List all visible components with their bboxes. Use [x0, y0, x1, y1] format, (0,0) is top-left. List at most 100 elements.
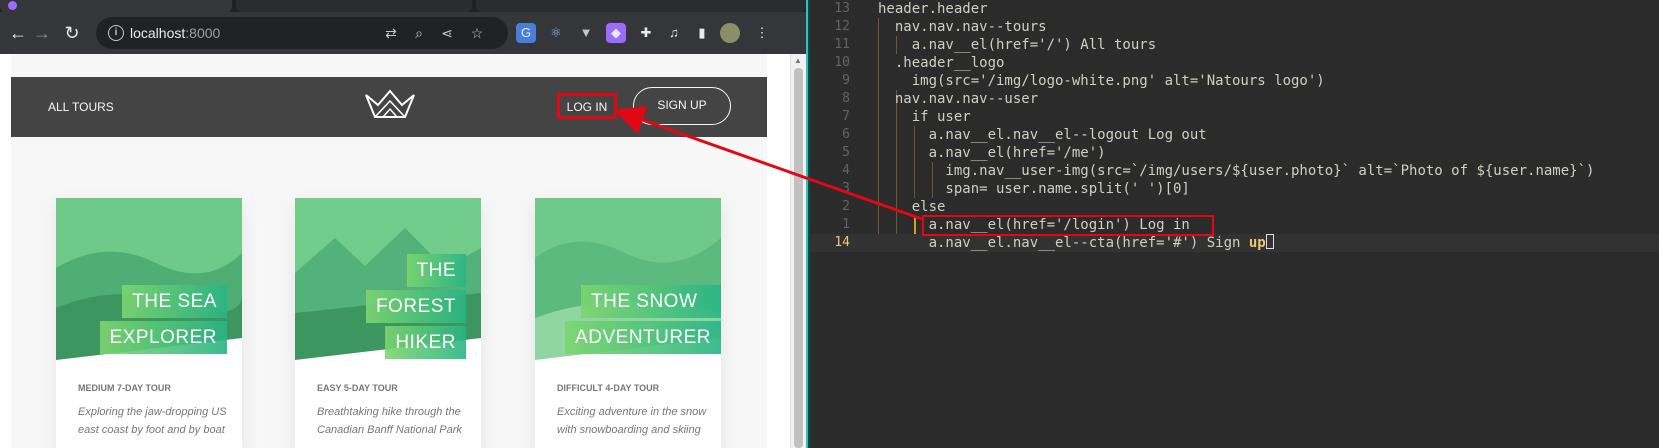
code-text: a.nav__el(href='/') All tours	[878, 37, 1157, 53]
tour-card[interactable]: THE FOREST HIKER EASY 5-DAY TOUR Breatht…	[295, 198, 481, 448]
code-line[interactable]: 10 .header__logo	[810, 54, 1659, 72]
code-text: if user	[878, 109, 971, 125]
line-number: 12	[834, 19, 850, 34]
tour-card-title: THE SEA EXPLORER	[99, 282, 227, 354]
url-port: :8000	[185, 25, 221, 41]
code-line[interactable]: 11 a.nav__el(href='/') All tours	[810, 36, 1659, 54]
line-number: 1	[842, 217, 850, 232]
text-cursor	[1265, 234, 1274, 249]
side-panel-icon[interactable]: ▮	[692, 23, 712, 43]
code-text: nav.nav.nav--user	[878, 91, 1039, 107]
media-queue-icon[interactable]: ♫	[664, 23, 684, 43]
forward-arrow-icon[interactable]: →	[30, 21, 54, 45]
tour-card-subheading: DIFFICULT 4-DAY TOUR	[557, 383, 660, 393]
line-number: 2	[842, 199, 850, 214]
url-host: localhost	[130, 25, 186, 41]
bookmark-star-icon[interactable]: ☆	[468, 24, 486, 42]
tour-card[interactable]: THE SEA EXPLORER MEDIUM 7-DAY TOUR Explo…	[56, 198, 242, 448]
code-text-main: a.nav__el.nav__el--cta(href='#') Sign	[878, 235, 1249, 251]
shield-extension-icon[interactable]: ◆	[606, 23, 626, 43]
site-info-icon[interactable]: i	[108, 25, 124, 41]
code-line[interactable]: 6 a.nav__el.nav__el--logout Log out	[810, 126, 1659, 144]
tab-favicon-icon	[8, 1, 17, 10]
code-line[interactable]: 4 img.nav__user-img(src=`/img/users/${us…	[810, 162, 1659, 180]
browser-tab[interactable]	[476, 0, 806, 12]
tour-card-subheading: EASY 5-DAY TOUR	[317, 383, 398, 393]
tour-card[interactable]: THE SNOW ADVENTURER DIFFICULT 4-DAY TOUR…	[535, 198, 721, 448]
share-icon[interactable]: ⋖	[438, 24, 456, 42]
natours-logo-icon	[365, 89, 415, 118]
page-scrollbar[interactable]: ▲	[790, 54, 806, 448]
code-line[interactable]: 2 else	[810, 198, 1659, 216]
code-line[interactable]: 3 span= user.name.split(' ')[0]	[810, 180, 1659, 198]
tour-card-title-line: THE SEA	[122, 285, 227, 318]
code-line-current[interactable]: 14 a.nav__el.nav__el--cta(href='#') Sign…	[810, 234, 1659, 252]
page-viewport: ALL TOURS LOG IN SIGN UP THE SEA EXPLORE…	[0, 54, 806, 448]
code-line[interactable]: 13 header.header	[810, 0, 1659, 18]
natours-page: ALL TOURS LOG IN SIGN UP THE SEA EXPLORE…	[11, 54, 767, 448]
line-number: 11	[834, 37, 850, 52]
line-number: 14	[834, 235, 850, 250]
line-number: 10	[834, 55, 850, 70]
tour-card-title-line: ADVENTURER	[565, 321, 721, 354]
translate-icon[interactable]: ⇄	[382, 24, 400, 42]
puzzle-extensions-icon[interactable]: ✚	[636, 23, 656, 43]
react-devtools-icon[interactable]: ⚛	[546, 23, 566, 43]
browser-tab[interactable]	[236, 0, 472, 12]
code-text: a.nav__el(href='/me')	[878, 145, 1106, 161]
code-text: img.nav__user-img(src=`/img/users/${user…	[878, 163, 1595, 179]
code-text: header.header	[878, 1, 988, 17]
translate-extension-icon[interactable]: G	[516, 23, 536, 43]
line-number: 5	[842, 145, 850, 160]
browser-toolbar: ← → ↻ i localhost:8000 ⇄ ⌕ ⋖ ☆ G ⚛ ▼ ◆ ✚…	[0, 12, 806, 54]
browser-window: ← → ↻ i localhost:8000 ⇄ ⌕ ⋖ ☆ G ⚛ ▼ ◆ ✚…	[0, 0, 806, 448]
scroll-up-arrow-icon[interactable]: ▲	[794, 56, 802, 65]
line-number: 6	[842, 127, 850, 142]
tour-card-description: Exciting adventure in the snow with snow…	[557, 406, 707, 436]
line-number: 4	[842, 163, 850, 178]
tour-card-title: THE FOREST HIKER	[365, 251, 466, 359]
code-text: img(src='/img/logo-white.png' alt='Natou…	[878, 73, 1325, 89]
tour-card-title-line: EXPLORER	[99, 321, 227, 354]
browser-tab[interactable]	[0, 0, 232, 12]
tour-card-title-line: THE SNOW	[581, 285, 721, 318]
more-menu-icon[interactable]: ⋮	[752, 23, 772, 43]
tour-card-title-line: HIKER	[385, 326, 466, 359]
reload-icon[interactable]: ↻	[60, 21, 84, 45]
site-header: ALL TOURS LOG IN SIGN UP	[11, 77, 767, 137]
line-number: 3	[842, 181, 850, 196]
tour-card-description: Exploring the jaw-dropping US east coast…	[78, 406, 227, 436]
tour-card-title-line: THE	[406, 254, 466, 287]
tour-card-description: Breathtaking hike through the Canadian B…	[317, 406, 462, 436]
zoom-icon[interactable]: ⌕	[410, 24, 428, 42]
tour-card-subheading: MEDIUM 7-DAY TOUR	[78, 383, 171, 393]
nav-login-link[interactable]: LOG IN	[557, 93, 617, 119]
code-text-highlight: up	[1248, 235, 1266, 251]
pane-divider-highlight	[806, 0, 808, 448]
back-arrow-icon[interactable]: ←	[6, 21, 30, 45]
nav-signup-button[interactable]: SIGN UP	[633, 87, 731, 125]
address-text: localhost:8000	[130, 25, 220, 41]
code-line[interactable]: 12 nav.nav.nav--tours	[810, 18, 1659, 36]
code-text: nav.nav.nav--tours	[878, 19, 1047, 35]
line-number: 13	[834, 1, 850, 16]
tour-card-title-line: FOREST	[365, 290, 466, 323]
code-text: .header__logo	[878, 55, 1005, 71]
tab-strip	[0, 0, 806, 12]
nav-all-tours-link[interactable]: ALL TOURS	[48, 100, 114, 114]
code-line[interactable]: 7 if user	[810, 108, 1659, 126]
tour-card-title: THE SNOW ADVENTURER	[565, 282, 721, 354]
code-line[interactable]: 8 nav.nav.nav--user	[810, 90, 1659, 108]
code-line[interactable]: 5 a.nav__el(href='/me')	[810, 144, 1659, 162]
code-text: a.nav__el.nav__el--cta(href='#') Sign up	[878, 234, 1274, 252]
code-line[interactable]: 9 img(src='/img/logo-white.png' alt='Nat…	[810, 72, 1659, 90]
code-text: a.nav__el.nav__el--logout Log out	[878, 127, 1207, 143]
vue-extension-icon[interactable]: ▼	[576, 23, 596, 43]
scrollbar-thumb[interactable]	[794, 68, 803, 448]
line-number: 7	[842, 109, 850, 124]
line-number: 9	[842, 73, 850, 88]
login-code-highlight-box	[922, 215, 1214, 236]
code-text: else	[878, 199, 946, 215]
profile-avatar-icon[interactable]	[720, 23, 740, 43]
address-bar[interactable]: i localhost:8000 ⇄ ⌕ ⋖ ☆	[96, 17, 508, 49]
